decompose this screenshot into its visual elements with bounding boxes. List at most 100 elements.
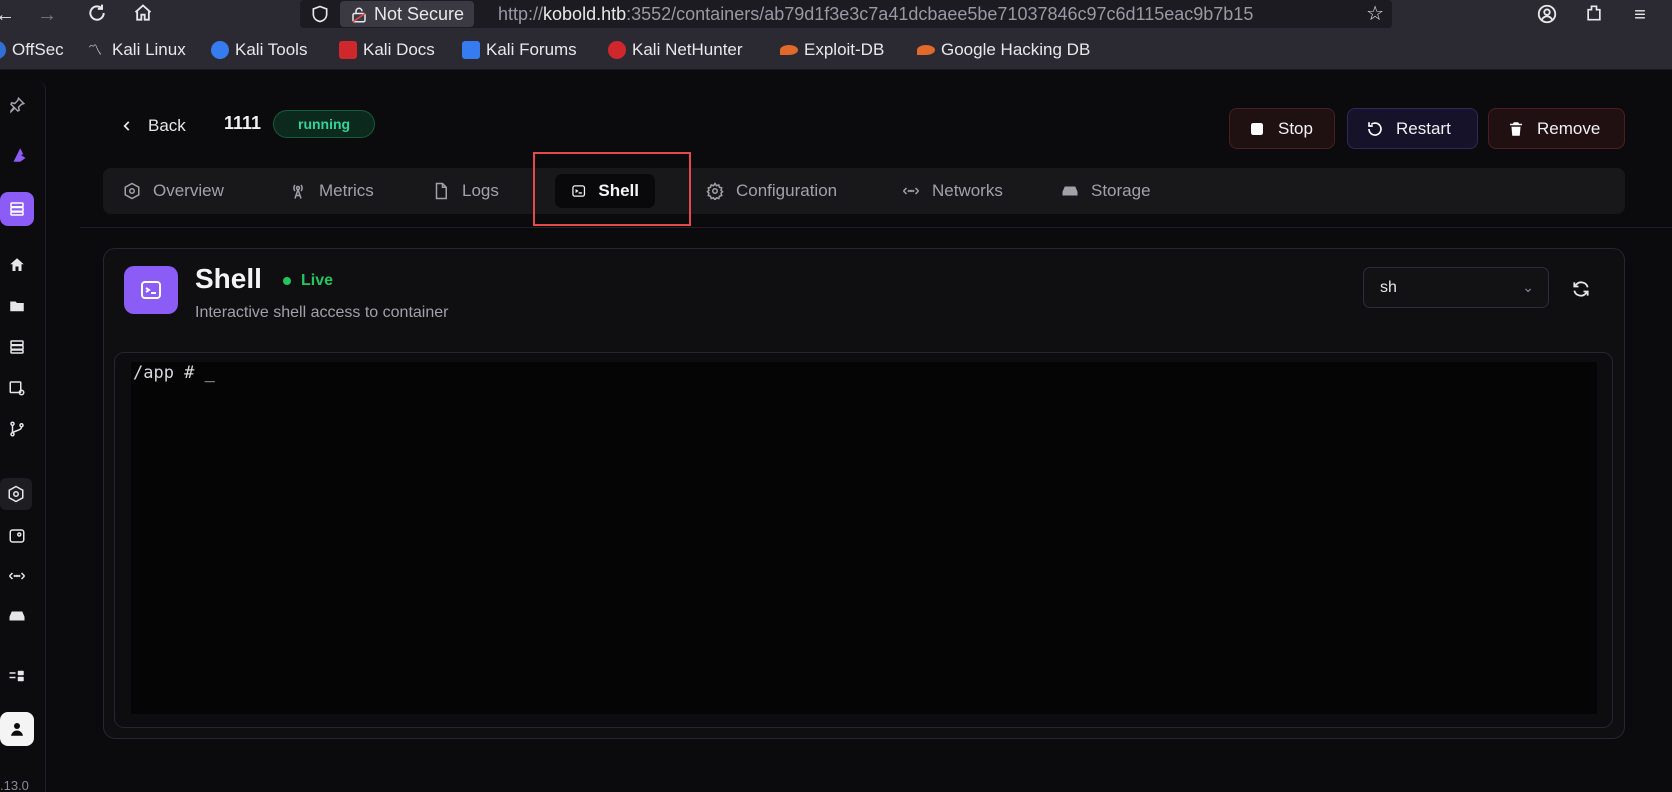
kali-docs-icon xyxy=(339,41,357,59)
layout-nav-icon[interactable] xyxy=(4,663,30,689)
bookmark-offsec[interactable]: OffSec xyxy=(0,39,64,61)
browser-toolbar: ← → Not Secure http://kobold.htb:3552/co… xyxy=(0,0,1672,30)
file-icon xyxy=(435,182,447,200)
ghdb-icon xyxy=(917,45,935,55)
image-nav-icon[interactable] xyxy=(4,523,30,549)
gear-icon xyxy=(706,182,724,200)
account-icon[interactable] xyxy=(1535,3,1559,27)
user-avatar-icon[interactable] xyxy=(0,712,34,746)
tab-storage[interactable]: Storage xyxy=(1045,174,1167,208)
tab-label: Configuration xyxy=(736,181,838,200)
back-arrow-icon[interactable]: ← xyxy=(0,3,18,27)
bookmark-label: Kali Docs xyxy=(363,40,435,59)
url-bar[interactable]: Not Secure http://kobold.htb:3552/contai… xyxy=(300,0,1392,28)
annotation-highlight-box xyxy=(533,152,691,226)
bookmark-kali-forums[interactable]: Kali Forums xyxy=(462,39,577,61)
stop-icon xyxy=(1251,122,1263,135)
home-nav-icon[interactable] xyxy=(4,252,30,278)
git-branch-icon[interactable] xyxy=(4,416,30,442)
tab-networks[interactable]: Networks xyxy=(886,174,1019,208)
terminal-icon xyxy=(141,281,161,299)
network-nav-icon[interactable] xyxy=(4,563,30,589)
app-logo-icon[interactable] xyxy=(4,138,38,172)
pin-icon[interactable] xyxy=(4,92,30,118)
bookmarks-bar: OffSec 〽 Kali Linux Kali Tools Kali Docs … xyxy=(0,30,1672,70)
tab-label: Storage xyxy=(1091,181,1151,200)
tab-configuration[interactable]: Configuration xyxy=(690,174,853,208)
not-secure-badge[interactable]: Not Secure xyxy=(340,1,475,27)
shield-icon[interactable] xyxy=(310,4,330,24)
reload-icon[interactable] xyxy=(84,3,110,27)
overview-nav-icon[interactable] xyxy=(0,478,32,510)
home-icon[interactable] xyxy=(130,3,156,27)
left-sidebar: .13.0 xyxy=(0,80,46,792)
antenna-icon xyxy=(293,184,303,199)
folder-nav-icon[interactable] xyxy=(4,293,30,319)
back-label: Back xyxy=(148,116,186,135)
shell-title: Shell xyxy=(195,263,262,294)
bookmark-star-icon[interactable]: ☆ xyxy=(1366,3,1384,25)
stop-label: Stop xyxy=(1278,118,1313,138)
tab-metrics[interactable]: Metrics xyxy=(273,174,390,208)
shell-badge xyxy=(124,266,178,314)
back-button[interactable]: Back xyxy=(120,114,186,138)
remove-label: Remove xyxy=(1537,118,1601,138)
header-divider xyxy=(80,227,1672,228)
live-dot-icon xyxy=(283,277,291,285)
trash-icon xyxy=(1510,121,1522,136)
live-indicator: Live xyxy=(283,272,333,290)
bookmark-google-hacking-db[interactable]: Google Hacking DB xyxy=(917,39,1090,61)
url-text[interactable]: http://kobold.htb:3552/containers/ab79d1… xyxy=(498,0,1366,28)
lock-broken-icon xyxy=(350,5,368,23)
bookmark-label: OffSec xyxy=(12,40,64,59)
bookmark-label: Kali Forums xyxy=(486,40,577,59)
arrows-icon xyxy=(902,187,920,195)
bookmark-label: Exploit-DB xyxy=(804,40,885,59)
not-secure-label: Not Secure xyxy=(374,4,465,24)
tab-logs[interactable]: Logs xyxy=(416,174,515,208)
forward-arrow-icon[interactable]: → xyxy=(34,3,60,27)
tab-overview[interactable]: Overview xyxy=(107,174,240,208)
settings-nav-icon[interactable] xyxy=(4,375,30,401)
hexagon-icon xyxy=(124,182,140,200)
container-name: 1111 xyxy=(224,113,262,133)
storage-nav-icon[interactable] xyxy=(4,603,30,629)
extensions-icon[interactable] xyxy=(1582,3,1606,27)
bookmark-kali-linux[interactable]: 〽 Kali Linux xyxy=(88,39,186,61)
bookmark-label: Google Hacking DB xyxy=(941,40,1091,59)
containers-nav-icon[interactable] xyxy=(0,192,34,226)
kali-tools-icon xyxy=(211,41,229,59)
restart-button[interactable]: Restart xyxy=(1347,108,1478,149)
url-prefix: http:// xyxy=(498,4,544,24)
remove-button[interactable]: Remove xyxy=(1488,108,1625,149)
bookmark-label: Kali Tools xyxy=(235,40,308,59)
shell-type-value: sh xyxy=(1380,279,1397,296)
bookmark-kali-tools[interactable]: Kali Tools xyxy=(211,39,307,61)
stop-button[interactable]: Stop xyxy=(1229,108,1335,149)
live-label: Live xyxy=(301,272,334,289)
tab-label: Logs xyxy=(462,181,499,200)
list-nav-icon[interactable] xyxy=(4,334,30,360)
container-tabs: Overview Metrics Logs Shell Configuratio… xyxy=(103,168,1625,214)
bookmark-kali-nethunter[interactable]: Kali NetHunter xyxy=(608,39,743,61)
shell-type-select[interactable]: sh ⌄ xyxy=(1363,267,1549,308)
reconnect-button[interactable] xyxy=(1568,276,1594,302)
bookmark-label: Kali NetHunter xyxy=(632,40,743,59)
kali-nethunter-icon xyxy=(608,41,626,59)
offsec-icon xyxy=(0,41,6,59)
chevron-left-icon xyxy=(123,121,130,131)
restart-label: Restart xyxy=(1396,118,1451,138)
menu-icon[interactable]: ≡ xyxy=(1628,3,1652,27)
url-path: :3552/containers/ab79d1f3e3c7a41dcbaee5b… xyxy=(626,4,1254,24)
bookmark-label: Kali Linux xyxy=(112,40,186,59)
kali-dragon-icon: 〽 xyxy=(88,42,102,58)
tab-label: Metrics xyxy=(319,181,374,200)
bookmark-exploit-db[interactable]: Exploit-DB xyxy=(780,39,884,61)
shell-subtitle: Interactive shell access to container xyxy=(195,304,449,321)
url-host: kobold.htb xyxy=(543,4,627,24)
bookmark-kali-docs[interactable]: Kali Docs xyxy=(339,39,435,61)
chevron-down-icon: ⌄ xyxy=(1522,279,1534,295)
terminal-screen[interactable]: /app # _ xyxy=(131,362,1597,714)
drive-icon xyxy=(1062,186,1078,196)
exploit-db-icon xyxy=(780,45,798,55)
